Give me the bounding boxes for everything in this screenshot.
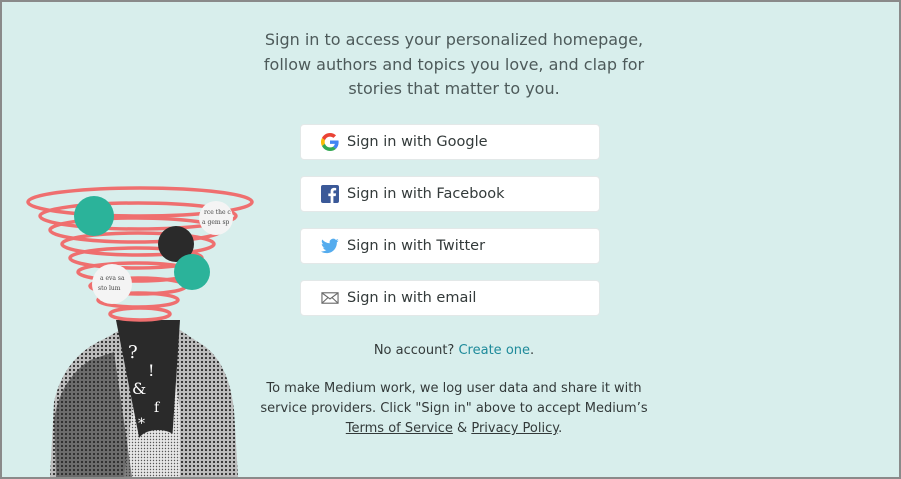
signin-dialog: Sign in to access your personalized home… <box>0 0 901 479</box>
legal-text: To make Medium work, we log user data an… <box>252 379 656 439</box>
google-signin-button[interactable]: Sign in with Google <box>300 124 600 160</box>
legal-line-1: To make Medium work, we log user data an… <box>266 381 642 396</box>
no-account-suffix: . <box>530 343 535 358</box>
google-icon <box>321 133 339 151</box>
twitter-signin-button[interactable]: Sign in with Twitter <box>300 228 600 264</box>
facebook-icon <box>321 185 339 203</box>
no-account-row: No account? Create one. <box>252 343 656 358</box>
tornado-head-illustration: ? ! & f * rce the c a gem sp a eva sa st… <box>26 186 254 477</box>
svg-text:sto lum: sto lum <box>98 285 121 292</box>
twitter-icon <box>321 237 339 255</box>
svg-text:a gem sp: a gem sp <box>202 219 230 226</box>
svg-text:*: * <box>138 416 145 432</box>
no-account-prompt: No account? <box>373 343 455 358</box>
terms-of-service-link[interactable]: Terms of Service <box>346 421 453 436</box>
intro-line-3: stories that matter to you. <box>348 79 560 98</box>
legal-line-3: Terms of Service & Privacy Policy. <box>252 419 656 439</box>
legal-end: . <box>558 421 563 436</box>
email-signin-label: Sign in with email <box>347 290 477 306</box>
svg-text:!: ! <box>148 361 154 380</box>
svg-text:&: & <box>132 379 146 398</box>
create-account-link[interactable]: Create one <box>458 343 530 358</box>
privacy-policy-link[interactable]: Privacy Policy <box>471 421 558 436</box>
twitter-signin-label: Sign in with Twitter <box>347 238 486 254</box>
svg-text:a eva sa: a eva sa <box>100 275 125 282</box>
intro-line-1: Sign in to access your personalized home… <box>264 30 644 49</box>
facebook-signin-button[interactable]: Sign in with Facebook <box>300 176 600 212</box>
svg-text:?: ? <box>128 342 138 363</box>
legal-amp: & <box>457 421 468 436</box>
facebook-signin-label: Sign in with Facebook <box>347 186 505 202</box>
mail-icon <box>321 289 339 307</box>
email-signin-button[interactable]: Sign in with email <box>300 280 600 316</box>
svg-text:rce the c: rce the c <box>204 209 231 216</box>
intro-text: Sign in to access your personalized home… <box>252 28 656 102</box>
legal-line-2: service providers. Click "Sign in" above… <box>260 401 648 416</box>
intro-line-2: follow authors and topics you love, and … <box>263 54 645 74</box>
google-signin-label: Sign in with Google <box>347 134 488 150</box>
